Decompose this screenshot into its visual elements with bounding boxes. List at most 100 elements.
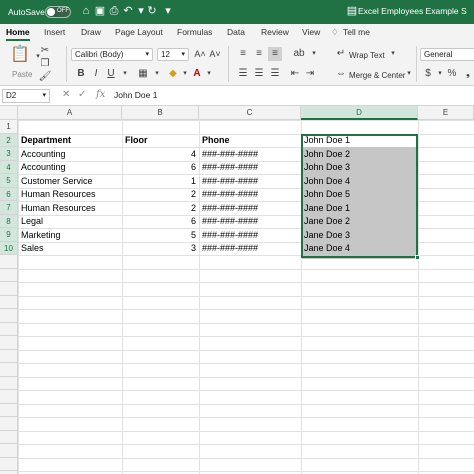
cell-b5[interactable]: 1 — [123, 175, 198, 189]
tab-formulas[interactable]: Formulas — [177, 27, 212, 37]
save-icon[interactable]: ▣ — [93, 4, 107, 18]
cell-b8[interactable]: 6 — [123, 215, 198, 229]
row-header[interactable] — [0, 349, 18, 363]
autosave-toggle[interactable]: OFF — [45, 6, 71, 18]
print-icon[interactable]: ⎙ — [107, 4, 121, 18]
cell-c7[interactable]: ###-###-#### — [200, 202, 300, 216]
tab-tell-me[interactable]: Tell me — [343, 27, 370, 37]
font-color-dropdown-icon[interactable]: ▾ — [202, 67, 216, 81]
tab-home[interactable]: Home — [6, 27, 30, 37]
cell-b2[interactable]: Floor — [123, 134, 198, 148]
tab-insert[interactable]: Insert — [44, 27, 65, 37]
select-all-corner[interactable] — [0, 106, 18, 120]
cell-a10[interactable]: Sales — [19, 242, 121, 256]
row-header[interactable]: 3 — [0, 147, 18, 161]
cell-b4[interactable]: 6 — [123, 161, 198, 175]
row-header[interactable]: 2 — [0, 133, 18, 147]
borders-dropdown-icon[interactable]: ▾ — [150, 67, 164, 81]
cell-b6[interactable]: 2 — [123, 188, 198, 202]
percent-icon[interactable]: % — [445, 67, 459, 81]
underline-dropdown-icon[interactable]: ▾ — [118, 67, 132, 81]
increase-indent-icon[interactable]: ⇥ — [303, 67, 317, 81]
orientation-icon[interactable]: ab — [292, 47, 306, 61]
number-format-dropdown[interactable]: General — [420, 48, 474, 61]
row-header[interactable] — [0, 444, 18, 458]
borders-icon[interactable]: ▦ — [136, 67, 150, 81]
align-right-icon[interactable]: ☰ — [268, 67, 282, 81]
row-header[interactable]: 9 — [0, 228, 18, 242]
format-painter-icon[interactable]: 🖌 — [38, 70, 52, 84]
align-bottom-icon[interactable]: ≡ — [268, 47, 282, 61]
home-icon[interactable]: ⌂ — [79, 4, 93, 18]
cell-c8[interactable]: ###-###-#### — [200, 215, 300, 229]
wrap-text-button[interactable]: Wrap Text — [349, 51, 385, 60]
tab-draw[interactable]: Draw — [81, 27, 101, 37]
row-header[interactable]: 6 — [0, 187, 18, 201]
cancel-icon[interactable]: ✕ — [62, 89, 70, 100]
row-header[interactable] — [0, 295, 18, 309]
cell-b7[interactable]: 2 — [123, 202, 198, 216]
column-header-e[interactable]: E — [418, 106, 474, 120]
decrease-indent-icon[interactable]: ⇤ — [288, 67, 302, 81]
row-header[interactable] — [0, 322, 18, 336]
italic-icon[interactable]: I — [89, 67, 103, 81]
tab-view[interactable]: View — [302, 27, 320, 37]
merge-center-dropdown-icon[interactable]: ▾ — [402, 67, 416, 81]
merge-center-button[interactable]: Merge & Center — [349, 71, 405, 80]
name-box[interactable]: D2 ▾ — [2, 89, 50, 103]
align-center-icon[interactable]: ☰ — [252, 67, 266, 81]
column-header-d[interactable]: D — [301, 106, 418, 120]
cell-a3[interactable]: Accounting — [19, 148, 121, 162]
cell-c5[interactable]: ###-###-#### — [200, 175, 300, 189]
fill-handle[interactable] — [415, 255, 420, 260]
row-header[interactable]: 5 — [0, 174, 18, 188]
cell-c2[interactable]: Phone — [200, 134, 300, 148]
cut-icon[interactable]: ✂ — [38, 44, 52, 58]
row-header[interactable] — [0, 336, 18, 350]
row-header[interactable] — [0, 457, 18, 471]
cell-b9[interactable]: 5 — [123, 229, 198, 243]
row-header[interactable] — [0, 255, 18, 269]
insert-function-icon[interactable]: fx — [96, 89, 105, 100]
redo-icon[interactable]: ↻ — [145, 4, 159, 18]
row-header[interactable] — [0, 268, 18, 282]
column-header-a[interactable]: A — [18, 106, 122, 120]
cell-a8[interactable]: Legal — [19, 215, 121, 229]
cell-b10[interactable]: 3 — [123, 242, 198, 256]
paste-icon[interactable]: 📋 — [10, 47, 30, 68]
orientation-dropdown-icon[interactable]: ▾ — [307, 47, 321, 61]
tab-review[interactable]: Review — [261, 27, 289, 37]
row-header[interactable] — [0, 376, 18, 390]
row-header[interactable] — [0, 363, 18, 377]
row-header[interactable]: 8 — [0, 214, 18, 228]
align-left-icon[interactable]: ☰ — [236, 67, 250, 81]
cell-c6[interactable]: ###-###-#### — [200, 188, 300, 202]
cell-a9[interactable]: Marketing — [19, 229, 121, 243]
row-header[interactable] — [0, 282, 18, 296]
enter-icon[interactable]: ✓ — [78, 89, 86, 100]
cell-a5[interactable]: Customer Service — [19, 175, 121, 189]
cell-c10[interactable]: ###-###-#### — [200, 242, 300, 256]
undo-icon[interactable]: ↶ — [121, 4, 135, 18]
align-middle-icon[interactable]: ≡ — [252, 47, 266, 61]
tab-data[interactable]: Data — [227, 27, 245, 37]
row-header[interactable] — [0, 430, 18, 444]
row-header[interactable] — [0, 390, 18, 404]
underline-icon[interactable]: U — [104, 67, 118, 81]
cell-c9[interactable]: ###-###-#### — [200, 229, 300, 243]
merge-center-icon[interactable]: ⇔ — [334, 67, 348, 81]
row-header[interactable]: 1 — [0, 120, 18, 134]
row-header[interactable]: 10 — [0, 241, 18, 255]
tab-page-layout[interactable]: Page Layout — [115, 27, 163, 37]
copy-icon[interactable]: ❐ — [38, 57, 52, 71]
row-header[interactable]: 4 — [0, 160, 18, 174]
bold-icon[interactable]: B — [74, 67, 88, 81]
cell-a2[interactable]: Department — [19, 134, 121, 148]
more-commands-icon[interactable]: ▾ — [161, 4, 175, 18]
row-header[interactable] — [0, 417, 18, 431]
cell-a7[interactable]: Human Resources — [19, 202, 121, 216]
cell-a6[interactable]: Human Resources — [19, 188, 121, 202]
wrap-text-icon[interactable]: ↵ — [334, 47, 348, 61]
wrap-text-dropdown-icon[interactable]: ▾ — [386, 47, 400, 61]
font-name-dropdown[interactable]: Calibri (Body) ▾ — [71, 48, 153, 61]
